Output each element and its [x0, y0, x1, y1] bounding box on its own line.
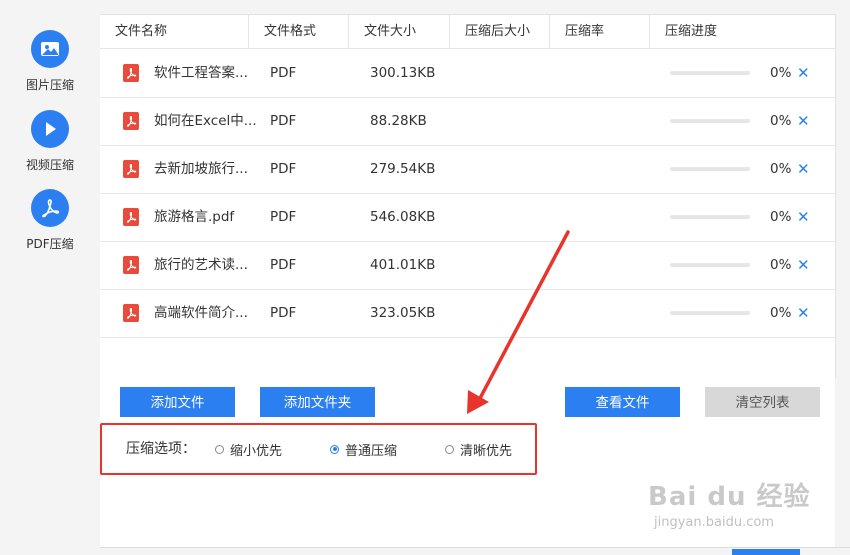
progress-bar — [670, 71, 750, 75]
remove-file-icon[interactable]: ✕ — [797, 289, 810, 337]
file-format: PDF — [270, 113, 297, 129]
file-name: 软件工程答案... — [154, 65, 248, 81]
radio-label: 缩小优先 — [230, 443, 283, 459]
col-header-name: 文件名称 — [100, 15, 249, 48]
nav-item-video-compress[interactable]: 视频压缩 — [0, 110, 100, 173]
col-header-rate: 压缩率 — [550, 15, 650, 48]
radio-normal[interactable]: 普通压缩 — [330, 425, 397, 473]
file-format: PDF — [270, 161, 297, 177]
radio-dot — [215, 444, 224, 454]
add-folder-button[interactable]: 添加文件夹 — [260, 387, 375, 417]
file-size: 401.01KB — [370, 257, 436, 273]
watermark-url: jingyan.baidu.com — [654, 515, 774, 530]
table-row: 软件工程答案... PDF 300.13KB 0% ✕ — [100, 49, 835, 98]
file-format: PDF — [270, 305, 297, 321]
col-header-size: 文件大小 — [349, 15, 450, 48]
file-name: 如何在Excel中... — [154, 113, 257, 129]
progress-bar — [670, 167, 750, 171]
clear-list-button[interactable]: 清空列表 — [705, 387, 820, 417]
file-size: 300.13KB — [370, 65, 436, 81]
progress-bar — [670, 119, 750, 123]
bottom-bar — [732, 549, 800, 555]
pdf-file-icon — [123, 304, 139, 322]
watermark-logo: Bai du 经验 — [648, 482, 811, 512]
play-icon — [31, 110, 69, 148]
radio-dot-checked — [330, 444, 339, 454]
file-name: 旅游格言.pdf — [154, 209, 235, 225]
table-header: 文件名称 文件格式 文件大小 压缩后大小 压缩率 压缩进度 — [100, 15, 835, 49]
remove-file-icon[interactable]: ✕ — [797, 49, 810, 97]
nav-label-pdf: PDF压缩 — [26, 237, 74, 251]
divider — [100, 547, 850, 548]
progress-bar — [670, 311, 750, 315]
table-row: 去新加坡旅行... PDF 279.54KB 0% ✕ — [100, 145, 835, 194]
table-row: 旅游格言.pdf PDF 546.08KB 0% ✕ — [100, 193, 835, 242]
remove-file-icon[interactable]: ✕ — [797, 193, 810, 241]
watermark: Bai du 经验 jingyan.baidu.com — [648, 476, 848, 546]
table-row: 如何在Excel中... PDF 88.28KB 0% ✕ — [100, 97, 835, 146]
file-format: PDF — [270, 257, 297, 273]
view-files-button[interactable]: 查看文件 — [565, 387, 680, 417]
progress-text: 0% — [770, 113, 792, 129]
sidebar: 图片压缩 视频压缩 PDF压缩 — [0, 0, 100, 555]
nav-item-image-compress[interactable]: 图片压缩 — [0, 30, 100, 93]
progress-text: 0% — [770, 209, 792, 225]
pdf-file-icon — [123, 160, 139, 178]
remove-file-icon[interactable]: ✕ — [797, 145, 810, 193]
pdf-file-icon — [123, 256, 139, 274]
file-name: 高端软件简介... — [154, 305, 248, 321]
radio-label: 清晰优先 — [460, 443, 513, 459]
options-label: 压缩选项： — [126, 441, 196, 457]
compression-options: 压缩选项： 缩小优先 普通压缩 清晰优先 — [100, 423, 537, 475]
col-header-format: 文件格式 — [249, 15, 349, 48]
col-header-compressed-size: 压缩后大小 — [450, 15, 550, 48]
radio-label: 普通压缩 — [345, 443, 398, 459]
progress-text: 0% — [770, 305, 792, 321]
progress-text: 0% — [770, 161, 792, 177]
file-name: 旅行的艺术读... — [154, 257, 248, 273]
nav-label-video: 视频压缩 — [25, 158, 74, 172]
file-size: 88.28KB — [370, 113, 427, 129]
progress-bar — [670, 263, 750, 267]
file-format: PDF — [270, 209, 297, 225]
table-row: 旅行的艺术读... PDF 401.01KB 0% ✕ — [100, 241, 835, 290]
pdf-icon — [31, 189, 69, 227]
file-size: 279.54KB — [370, 161, 436, 177]
progress-text: 0% — [770, 257, 792, 273]
radio-dot — [445, 444, 454, 454]
pdf-file-icon — [123, 112, 139, 130]
pdf-file-icon — [123, 208, 139, 226]
add-file-button[interactable]: 添加文件 — [120, 387, 235, 417]
nav-item-pdf-compress[interactable]: PDF压缩 — [0, 189, 100, 252]
image-icon — [31, 30, 69, 68]
file-table: 文件名称 文件格式 文件大小 压缩后大小 压缩率 压缩进度 软件工程答案... P… — [100, 14, 836, 378]
radio-clarity-first[interactable]: 清晰优先 — [445, 425, 512, 473]
file-name: 去新加坡旅行... — [154, 161, 248, 177]
nav-label-image: 图片压缩 — [25, 78, 74, 92]
file-format: PDF — [270, 65, 297, 81]
file-size: 323.05KB — [370, 305, 436, 321]
progress-text: 0% — [770, 65, 792, 81]
pdf-file-icon — [123, 64, 139, 82]
remove-file-icon[interactable]: ✕ — [797, 97, 810, 145]
radio-shrink-first[interactable]: 缩小优先 — [215, 425, 282, 473]
remove-file-icon[interactable]: ✕ — [797, 241, 810, 289]
col-header-progress: 压缩进度 — [665, 24, 718, 39]
file-size: 546.08KB — [370, 209, 436, 225]
table-row: 高端软件简介... PDF 323.05KB 0% ✕ — [100, 289, 835, 338]
progress-bar — [670, 215, 750, 219]
